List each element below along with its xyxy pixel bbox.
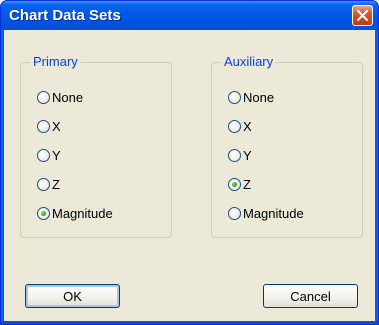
primary-group-title: Primary bbox=[30, 54, 81, 69]
dialog-body: Primary None X Y Z Magnitude Auxiliary N… bbox=[4, 30, 375, 321]
auxiliary-group: Auxiliary None X Y Z Magnitude bbox=[211, 54, 363, 238]
dialog-window: Chart Data Sets Primary None X Y Z Magni… bbox=[0, 0, 379, 325]
close-icon bbox=[357, 10, 368, 21]
auxiliary-option-magnitude[interactable]: Magnitude bbox=[228, 204, 304, 222]
option-label: X bbox=[243, 118, 252, 134]
option-label: None bbox=[52, 89, 84, 105]
option-label: Z bbox=[52, 176, 60, 192]
option-label: Z bbox=[243, 176, 251, 192]
window-bottom-border bbox=[1, 321, 378, 324]
auxiliary-option-z[interactable]: Z bbox=[228, 175, 251, 193]
primary-option-magnitude[interactable]: Magnitude bbox=[37, 204, 113, 222]
radio-button[interactable] bbox=[37, 119, 50, 133]
option-label: Y bbox=[243, 147, 252, 163]
primary-group: Primary None X Y Z Magnitude bbox=[20, 54, 172, 238]
auxiliary-group-title: Auxiliary bbox=[221, 54, 277, 69]
primary-option-x[interactable]: X bbox=[37, 117, 61, 135]
option-label: None bbox=[243, 89, 275, 105]
primary-option-y[interactable]: Y bbox=[37, 146, 61, 164]
radio-selected-dot bbox=[232, 181, 237, 187]
auxiliary-option-y[interactable]: Y bbox=[228, 146, 252, 164]
radio-button[interactable] bbox=[37, 177, 50, 191]
auxiliary-option-none[interactable]: None bbox=[228, 88, 274, 106]
title-bar[interactable]: Chart Data Sets bbox=[1, 1, 378, 30]
radio-button[interactable] bbox=[228, 148, 241, 162]
auxiliary-option-x[interactable]: X bbox=[228, 117, 252, 135]
radio-selected-dot bbox=[41, 210, 46, 216]
radio-button-selected[interactable] bbox=[37, 206, 50, 220]
radio-button-selected[interactable] bbox=[228, 177, 241, 191]
option-label: Magnitude bbox=[243, 205, 304, 221]
cancel-button[interactable]: Cancel bbox=[263, 284, 358, 308]
option-label: X bbox=[52, 118, 61, 134]
option-label: Magnitude bbox=[52, 205, 113, 221]
window-title: Chart Data Sets bbox=[9, 7, 121, 24]
close-button[interactable] bbox=[352, 5, 373, 26]
primary-option-none[interactable]: None bbox=[37, 88, 83, 106]
option-label: Y bbox=[52, 147, 61, 163]
radio-button[interactable] bbox=[228, 90, 241, 104]
radio-button[interactable] bbox=[228, 206, 241, 220]
primary-option-z[interactable]: Z bbox=[37, 175, 60, 193]
radio-button[interactable] bbox=[37, 90, 50, 104]
ok-button[interactable]: OK bbox=[25, 284, 120, 308]
radio-button[interactable] bbox=[228, 119, 241, 133]
radio-button[interactable] bbox=[37, 148, 50, 162]
